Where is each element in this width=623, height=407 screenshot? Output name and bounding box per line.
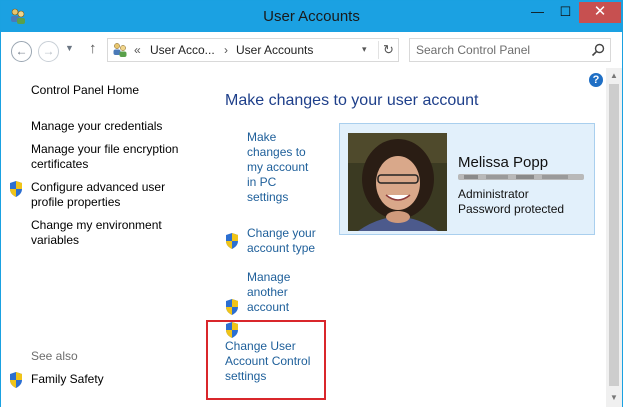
user-accounts-icon: [113, 43, 127, 57]
user-role: Administrator: [458, 187, 529, 201]
configure-profile-properties-link[interactable]: Configure advanced user profile properti…: [31, 180, 181, 210]
scroll-thumb[interactable]: [609, 84, 619, 386]
highlight-box: [206, 320, 326, 400]
change-account-type-link[interactable]: Change your account type: [247, 226, 329, 256]
user-name: Melissa Popp: [458, 154, 549, 171]
uac-shield-icon: [10, 181, 22, 197]
scroll-up-arrow[interactable]: ▲: [606, 71, 622, 80]
minimize-button[interactable]: —: [523, 2, 552, 23]
help-icon[interactable]: ?: [589, 73, 603, 87]
search-icon[interactable]: [591, 43, 605, 57]
control-panel-home-link[interactable]: Control Panel Home: [31, 83, 201, 98]
maximize-button[interactable]: ☐: [552, 2, 579, 23]
manage-another-account-link[interactable]: Manage another account: [247, 270, 307, 315]
recent-locations-dropdown[interactable]: ▼: [65, 43, 74, 53]
see-also-label: See also: [31, 349, 78, 363]
address-bar[interactable]: « User Acco... › User Accounts ▾ ↻: [107, 38, 399, 62]
blurred-email: [458, 174, 584, 180]
breadcrumb-user-accounts[interactable]: User Accounts: [236, 43, 313, 57]
user-card: Melissa Popp Administrator Password prot…: [339, 123, 595, 235]
address-overflow-chevron[interactable]: «: [134, 43, 141, 57]
manage-credentials-link[interactable]: Manage your credentials: [31, 119, 201, 134]
manage-file-encryption-link[interactable]: Manage your file encryption certificates: [31, 142, 191, 172]
scroll-down-arrow[interactable]: ▼: [606, 393, 622, 402]
breadcrumb-separator[interactable]: ›: [224, 43, 228, 57]
vertical-scrollbar[interactable]: ▲ ▼: [606, 68, 622, 407]
refresh-button[interactable]: ↻: [378, 41, 398, 59]
title-bar[interactable]: User Accounts — ☐ ✕: [1, 1, 622, 32]
close-button[interactable]: ✕: [579, 2, 621, 23]
breadcrumb-user-accounts-parent[interactable]: User Acco...: [150, 43, 215, 57]
user-accounts-window: User Accounts — ☐ ✕ ← → ▼ ↑ « User Acco.…: [0, 0, 623, 407]
forward-button[interactable]: →: [38, 41, 59, 62]
page-heading: Make changes to your user account: [225, 92, 479, 109]
pc-settings-link[interactable]: Make changes to my account in PC setting…: [247, 130, 317, 205]
navigation-bar: ← → ▼ ↑ « User Acco... › User Accounts ▾…: [1, 32, 622, 68]
uac-shield-icon: [10, 372, 22, 388]
uac-shield-icon: [226, 299, 238, 315]
back-button[interactable]: ←: [11, 41, 32, 62]
user-photo: [348, 133, 447, 231]
change-environment-variables-link[interactable]: Change my environment variables: [31, 218, 181, 248]
user-password-status: Password protected: [458, 202, 565, 216]
user-avatar-image: [348, 133, 447, 231]
content-area: ? Control Panel Home Manage your credent…: [1, 68, 622, 407]
search-box[interactable]: [409, 38, 611, 62]
address-dropdown[interactable]: ▾: [362, 44, 367, 55]
up-button[interactable]: ↑: [89, 40, 97, 57]
search-input[interactable]: [416, 42, 586, 58]
family-safety-link[interactable]: Family Safety: [31, 372, 201, 387]
uac-shield-icon: [226, 233, 238, 249]
